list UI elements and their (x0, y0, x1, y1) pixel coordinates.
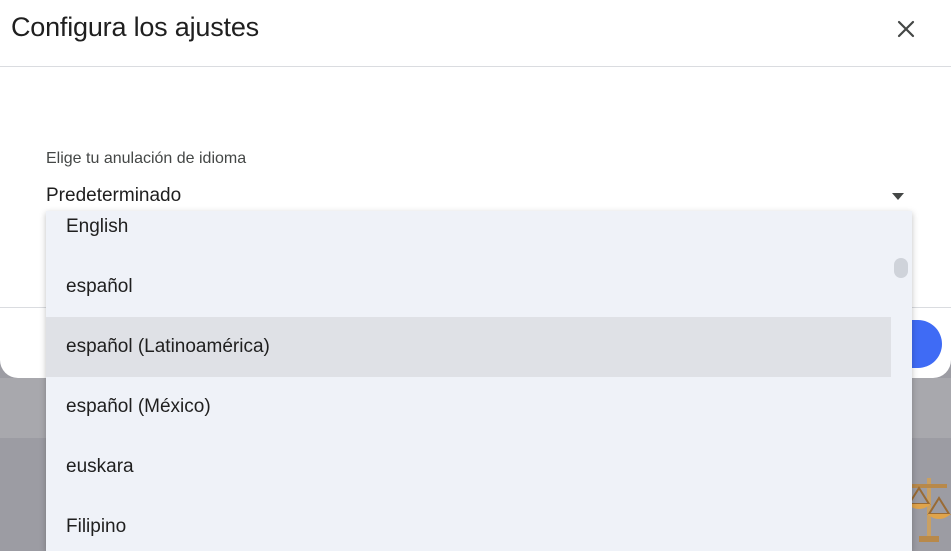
option-label: euskara (66, 456, 134, 477)
option-espanol-mexico[interactable]: español (México) (46, 377, 891, 437)
option-espanol[interactable]: español (46, 257, 891, 317)
option-filipino[interactable]: Filipino (46, 497, 891, 551)
option-label: Filipino (66, 516, 127, 537)
close-icon (897, 20, 915, 38)
dialog-header: Configura los ajustes (0, 0, 951, 67)
language-select[interactable]: Predeterminado (46, 182, 912, 212)
option-euskara[interactable]: euskara (46, 437, 891, 497)
dropdown-arrow-icon (892, 193, 904, 200)
dialog-title: Configura los ajustes (11, 12, 259, 42)
option-espanol-latinoamerica[interactable]: español (Latinoamérica) (46, 317, 891, 377)
language-select-value: Predeterminado (46, 185, 182, 206)
option-label: English (66, 216, 129, 237)
option-label: español (Latinoamérica) (66, 336, 270, 357)
language-field-label: Elige tu anulación de idioma (46, 150, 247, 167)
language-dropdown-menu: English español español (Latinoamérica) … (46, 211, 912, 551)
option-label: español (México) (66, 396, 211, 417)
dropdown-scrollbar[interactable] (894, 258, 908, 278)
option-label: español (66, 276, 133, 297)
option-english[interactable]: English (46, 211, 891, 257)
close-button[interactable] (890, 13, 922, 45)
